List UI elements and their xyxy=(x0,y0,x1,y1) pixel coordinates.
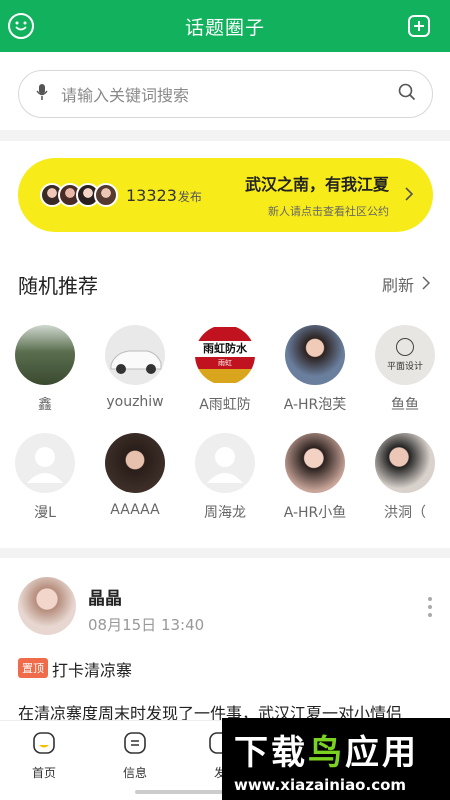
avatar-text: 平面设计 xyxy=(386,362,423,372)
search-input[interactable]: 请输入关键词搜索 xyxy=(18,70,433,118)
search-area: 请输入关键词搜索 xyxy=(0,52,450,130)
divider xyxy=(0,548,450,558)
user-item[interactable]: AAAAA xyxy=(90,433,180,541)
user-name: 洪洞（ xyxy=(384,505,426,521)
default-avatar-icon xyxy=(195,433,255,493)
user-item[interactable]: 平面设计 鱼鱼 xyxy=(360,325,450,433)
more-icon[interactable] xyxy=(428,597,432,617)
avatar[interactable] xyxy=(18,577,76,635)
avatar-text: 雨虹 xyxy=(195,357,255,369)
top-bar: 话题圈子 xyxy=(0,0,450,52)
default-avatar-icon xyxy=(15,433,75,493)
post-title[interactable]: 打卡清凉寨 xyxy=(52,657,132,681)
recommended-users: 鑫 youzhiw 雨虹防水 雨虹 A雨虹防 A-HR泡芙 平面设计 鱼鱼 漫L… xyxy=(0,325,450,541)
banner-texts: 武汉之南，有我江夏 新人请点击查看社区公约 xyxy=(245,171,389,219)
avatar xyxy=(105,433,165,493)
avatar xyxy=(285,433,345,493)
pinned-badge: 置顶 xyxy=(18,658,48,678)
refresh-button[interactable]: 刷新 xyxy=(381,272,431,296)
message-icon xyxy=(123,731,147,759)
user-name: 周海龙 xyxy=(204,505,246,521)
banner-headline: 武汉之南，有我江夏 xyxy=(244,175,389,194)
chevron-right-icon xyxy=(405,186,414,205)
page-title: 话题圈子 xyxy=(184,16,265,39)
home-icon xyxy=(32,731,56,759)
user-item[interactable]: 漫L xyxy=(0,433,90,541)
smiley-icon[interactable] xyxy=(8,13,34,39)
user-name: 鑫 xyxy=(38,397,52,413)
divider xyxy=(0,130,450,141)
watermark-logo: 下载鸟应用 www.xiazainiao.com xyxy=(222,718,450,800)
avatar xyxy=(375,433,435,493)
avatar: 平面设计 xyxy=(375,325,435,385)
avatar: 雨虹防水 雨虹 xyxy=(195,325,255,385)
avatar xyxy=(105,325,165,385)
chevron-right-icon xyxy=(422,275,431,294)
post-count: 13323发布 xyxy=(126,185,202,205)
user-item[interactable]: 洪洞（ xyxy=(360,433,450,541)
home-indicator xyxy=(135,790,235,794)
banner-subtext: 新人请点击查看社区公约 xyxy=(268,205,389,218)
avatar xyxy=(285,325,345,385)
user-name: 鱼鱼 xyxy=(391,397,419,413)
post-time: 08月15日 13:40 xyxy=(88,616,205,634)
avatar-text: 雨虹防水 xyxy=(203,342,247,355)
user-item[interactable]: 鑫 xyxy=(0,325,90,433)
user-item[interactable]: youzhiw xyxy=(90,325,180,433)
user-item[interactable]: A-HR小鱼 xyxy=(270,433,360,541)
nav-label: 首页 xyxy=(31,766,56,780)
add-square-icon[interactable] xyxy=(408,15,430,37)
user-name: 漫L xyxy=(34,505,56,521)
nav-messages[interactable]: 信息 xyxy=(105,731,165,781)
user-item[interactable]: A-HR泡芙 xyxy=(270,325,360,433)
post-author[interactable]: 晶晶 xyxy=(88,584,122,609)
section-title: 随机推荐 xyxy=(18,274,98,298)
user-name: A-HR小鱼 xyxy=(283,505,347,521)
avatar xyxy=(94,183,118,207)
microphone-icon[interactable] xyxy=(35,83,49,105)
user-item[interactable]: 周海龙 xyxy=(180,433,270,541)
nav-home[interactable]: 首页 xyxy=(14,731,74,781)
user-name: AAAAA xyxy=(110,502,160,518)
user-name: A雨虹防 xyxy=(199,397,251,413)
avatar xyxy=(15,325,75,385)
user-item[interactable]: 雨虹防水 雨虹 A雨虹防 xyxy=(180,325,270,433)
refresh-label: 刷新 xyxy=(381,276,414,295)
search-placeholder: 请输入关键词搜索 xyxy=(61,86,190,105)
community-banner[interactable]: 13323发布 武汉之南，有我江夏 新人请点击查看社区公约 xyxy=(18,158,433,232)
user-name: A-HR泡芙 xyxy=(283,397,347,413)
user-name: youzhiw xyxy=(106,394,164,410)
search-icon[interactable] xyxy=(398,83,416,105)
member-avatars xyxy=(40,183,118,207)
nav-label: 信息 xyxy=(122,766,147,780)
